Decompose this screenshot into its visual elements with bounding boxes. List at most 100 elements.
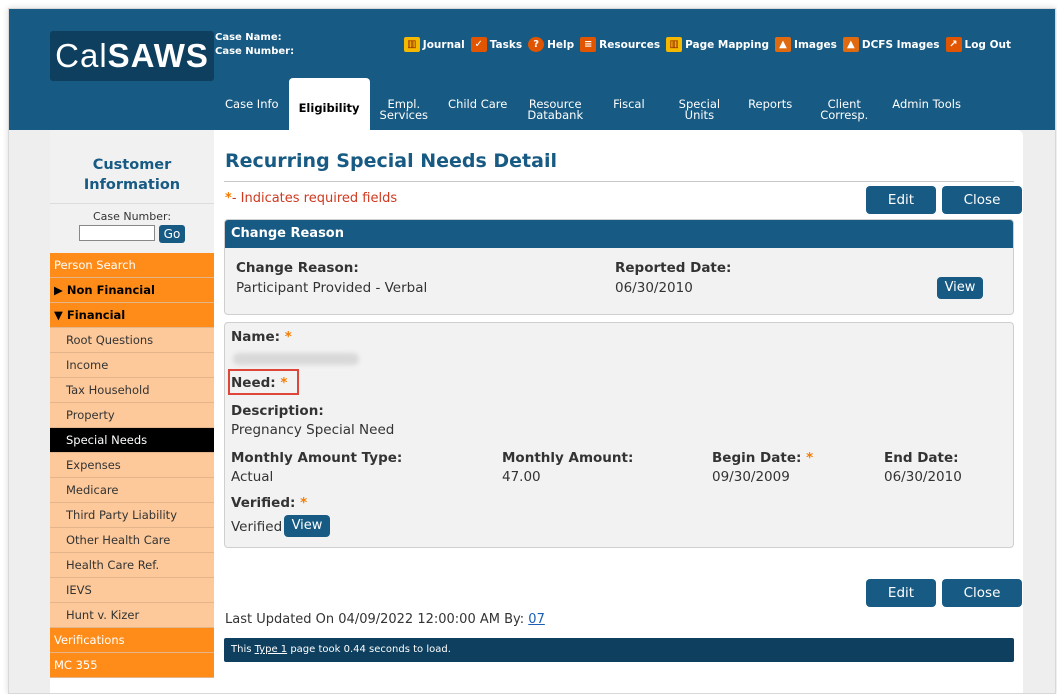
image-icon: ▲ — [775, 37, 792, 52]
tab-label-line2: Services — [379, 108, 429, 122]
name-value-redacted — [233, 353, 359, 365]
tab-eligibility[interactable]: Eligibility — [288, 78, 370, 130]
tab-fiscal[interactable]: Fiscal — [593, 78, 665, 130]
images-link[interactable]: ▲ Images — [775, 37, 837, 52]
map-icon: ▥ — [666, 37, 683, 52]
change-reason-panel: Change Reason Change Reason: Participant… — [224, 219, 1014, 315]
case-number-search: Case Number: Go — [50, 203, 214, 253]
sidebar-item-verifications[interactable]: Verifications — [50, 628, 214, 653]
tab-empl-services[interactable]: Empl. Services — [370, 78, 439, 130]
sidebar-item-expenses[interactable]: Expenses — [50, 453, 214, 478]
edit-button-bottom[interactable]: Edit — [866, 579, 936, 607]
case-number-label: Case Number: — [215, 46, 295, 57]
resources-link[interactable]: ≡ Resources — [580, 37, 660, 52]
tab-client-corresp[interactable]: Client Corresp. — [806, 78, 882, 130]
sidebar-item-property[interactable]: Property — [50, 403, 214, 428]
tab-resource-databank[interactable]: Resource Databank — [517, 78, 593, 130]
end-date-value: 06/30/2010 — [884, 469, 962, 485]
reported-date-label: Reported Date: — [615, 260, 732, 276]
log-out-label: Log Out — [964, 38, 1012, 51]
tasks-label: Tasks — [489, 38, 523, 51]
case-number-label: Case Number: — [92, 210, 172, 223]
logout-icon: ↗ — [945, 37, 962, 52]
required-star-icon: * — [806, 450, 814, 466]
required-star-icon: * — [280, 375, 288, 391]
close-button[interactable]: Close — [942, 186, 1022, 214]
tab-child-care[interactable]: Child Care — [438, 78, 517, 130]
verified-view-button[interactable]: View — [284, 515, 330, 537]
calsaws-logo[interactable]: CalSAWS — [50, 31, 214, 81]
page-mapping-link[interactable]: ▥ Page Mapping — [666, 37, 769, 52]
reported-date-value: 06/30/2010 — [615, 280, 693, 296]
tab-label: Child Care — [448, 97, 508, 111]
required-star-icon: * — [300, 495, 308, 511]
tab-admin-tools[interactable]: Admin Tools — [882, 78, 971, 130]
journal-link[interactable]: ▥ Journal — [403, 37, 465, 52]
case-number-input[interactable] — [79, 225, 155, 241]
last-updated-by-link[interactable]: 07 — [528, 612, 545, 627]
sidebar-item-mc-355[interactable]: MC 355 — [50, 653, 214, 678]
help-link[interactable]: ? Help — [528, 37, 574, 52]
verified-value: Verified — [231, 519, 283, 535]
page-title: Recurring Special Needs Detail — [225, 150, 557, 172]
title-divider — [224, 181, 1014, 182]
resources-label: Resources — [599, 38, 661, 51]
log-out-link[interactable]: ↗ Log Out — [945, 37, 1012, 52]
tab-reports[interactable]: Reports — [734, 78, 806, 130]
end-date-label: End Date: — [884, 450, 959, 466]
need-label-text: Need: — [231, 375, 276, 391]
sidebar-item-tax-household[interactable]: Tax Household — [50, 378, 214, 403]
load-prefix: This — [231, 644, 252, 655]
tab-special-units[interactable]: Special Units — [665, 78, 734, 130]
last-updated: Last Updated On 04/09/2022 12:00:00 AM B… — [225, 612, 545, 627]
close-button-bottom[interactable]: Close — [942, 579, 1022, 607]
logo-text-plain: Cal — [55, 37, 108, 74]
image-icon: ▲ — [842, 37, 859, 52]
type-link[interactable]: Type 1 — [255, 644, 288, 655]
page-area: Customer Information Case Number: Go Per… — [9, 130, 1055, 693]
sidebar-item-root-questions[interactable]: Root Questions — [50, 328, 214, 353]
sidebar-item-medicare[interactable]: Medicare — [50, 478, 214, 503]
change-reason-header: Change Reason — [225, 220, 1013, 248]
tab-label-line2: Units — [684, 108, 715, 122]
change-reason-value: Participant Provided - Verbal — [236, 280, 428, 296]
tab-label: Eligibility — [298, 101, 360, 115]
sidebar-item-special-needs[interactable]: Special Needs — [50, 428, 214, 453]
verified-label-text: Verified: — [231, 495, 296, 511]
sidebar-item-health-care-ref[interactable]: Health Care Ref. — [50, 553, 214, 578]
sidebar-title-line1: Customer — [92, 157, 172, 173]
tab-label: Admin Tools — [892, 97, 961, 111]
tab-label-line2: Databank — [527, 108, 584, 122]
case-meta: Case Name: Case Number: — [215, 31, 294, 59]
sidebar-item-hunt-v-kizer[interactable]: Hunt v. Kizer — [50, 603, 214, 628]
main-content: Recurring Special Needs Detail *- Indica… — [214, 130, 1023, 693]
page-load-bar: This Type 1 page took 0.44 seconds to lo… — [224, 638, 1014, 662]
name-label-text: Name: — [231, 329, 281, 345]
tasks-link[interactable]: ✓ Tasks — [470, 37, 523, 52]
resources-icon: ≡ — [580, 37, 597, 52]
sidebar-item-person-search[interactable]: Person Search — [50, 253, 214, 278]
checkbox-icon: ✓ — [470, 37, 487, 52]
sidebar-item-non-financial[interactable]: ▶ Non Financial — [50, 278, 214, 303]
sidebar-item-other-health-care[interactable]: Other Health Care — [50, 528, 214, 553]
tab-label-line2: Corresp. — [820, 108, 869, 122]
sidebar-item-ievs[interactable]: IEVS — [50, 578, 214, 603]
monthly-amount-type-label: Monthly Amount Type: — [231, 450, 403, 466]
sidebar: Customer Information Case Number: Go Per… — [50, 130, 214, 693]
edit-button[interactable]: Edit — [866, 186, 936, 214]
go-button[interactable]: Go — [159, 225, 185, 243]
change-reason-view-button[interactable]: View — [937, 277, 983, 299]
dcfs-images-link[interactable]: ▲ DCFS Images — [842, 37, 940, 52]
change-reason-label: Change Reason: — [236, 260, 359, 276]
app-window: CalSAWS Case Name: Case Number: ▥ Journal… — [8, 8, 1056, 694]
header-bar: CalSAWS Case Name: Case Number: ▥ Journal… — [9, 9, 1055, 130]
monthly-amount-value: 47.00 — [502, 469, 541, 485]
sidebar-item-third-party-liability[interactable]: Third Party Liability — [50, 503, 214, 528]
monthly-amount-label: Monthly Amount: — [502, 450, 634, 466]
sidebar-item-financial[interactable]: ▼ Financial — [50, 303, 214, 328]
sidebar-item-income[interactable]: Income — [50, 353, 214, 378]
tab-case-info[interactable]: Case Info — [215, 78, 289, 130]
begin-date-value: 09/30/2009 — [712, 469, 790, 485]
special-need-detail-panel: Name: * Need: * Description: Pregnancy S… — [224, 322, 1014, 548]
verified-label: Verified: * — [231, 495, 307, 511]
